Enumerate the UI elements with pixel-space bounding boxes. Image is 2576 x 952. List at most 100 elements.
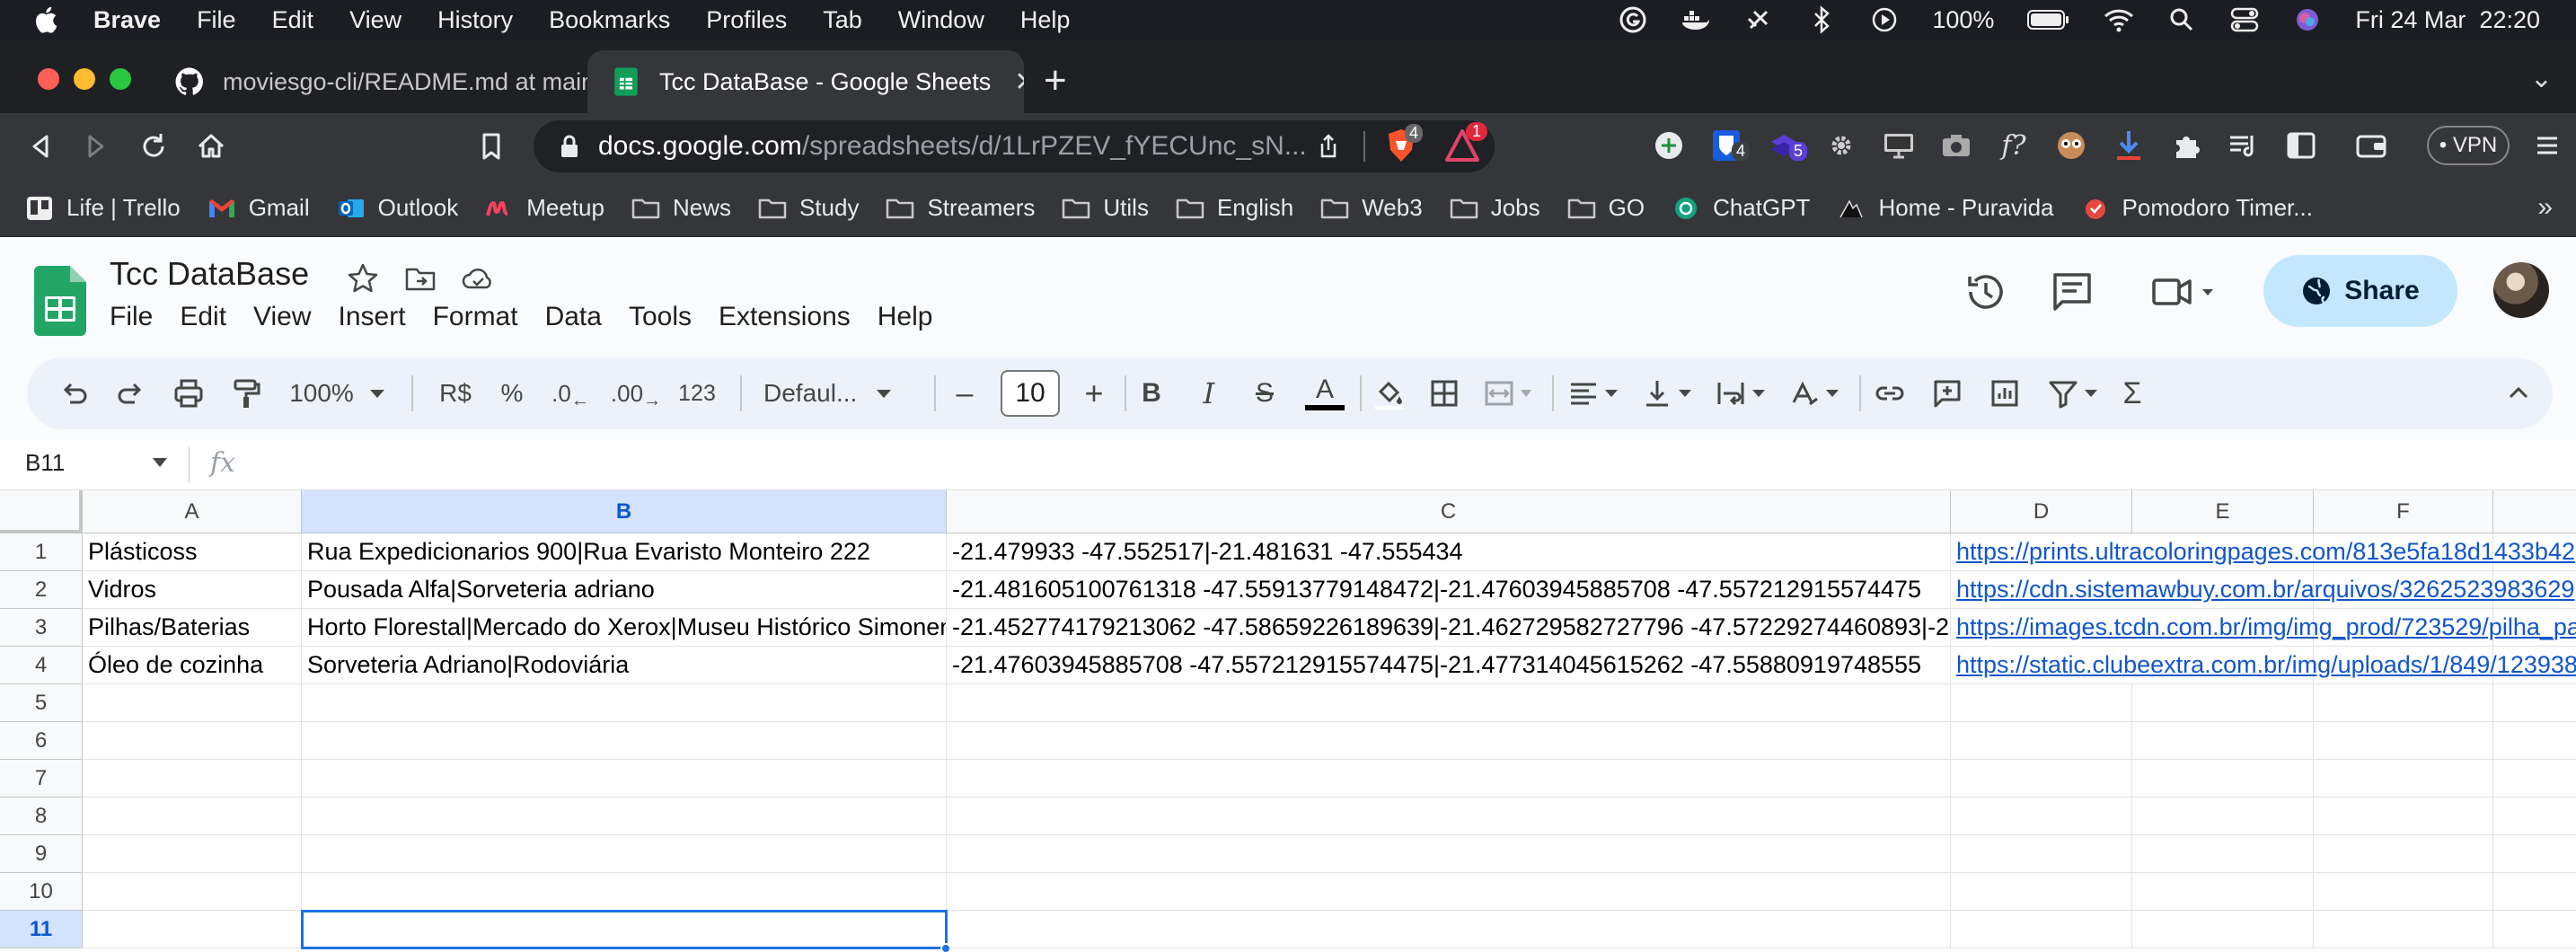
document-title[interactable]: Tcc DataBase (110, 255, 309, 293)
cell[interactable] (2314, 835, 2493, 873)
url-text[interactable]: docs.google.com/spreadsheets/d/1LrPZEV_f… (598, 131, 1317, 162)
cell[interactable] (1951, 798, 2132, 835)
row-header-9[interactable]: 9 (0, 835, 83, 873)
column-header-d[interactable]: D (1951, 490, 2132, 533)
column-header-f[interactable]: F (2314, 490, 2493, 533)
cell[interactable] (2314, 684, 2493, 722)
cell[interactable] (2493, 760, 2576, 798)
home-icon[interactable] (194, 129, 228, 163)
cell[interactable] (2132, 798, 2314, 835)
link-cell[interactable]: https://images.tcdn.com.br/img/img_prod/… (1951, 609, 2576, 647)
name-box[interactable]: B11 (25, 449, 65, 477)
cell[interactable] (83, 873, 302, 911)
menubar-app-name[interactable]: Brave (93, 6, 161, 34)
cell[interactable] (2493, 798, 2576, 835)
cell[interactable] (302, 722, 947, 760)
column-header-b[interactable]: B (302, 490, 947, 533)
menubar-tab[interactable]: Tab (823, 6, 862, 34)
more-formats-button[interactable]: 123 (670, 374, 724, 413)
docker-icon[interactable] (1681, 4, 1711, 35)
add-extension-icon[interactable] (1651, 128, 1687, 163)
window-minimize-button[interactable] (74, 68, 95, 90)
battery-icon[interactable] (2026, 4, 2071, 35)
bluetooth-icon[interactable] (1806, 4, 1837, 35)
owl-extension-icon[interactable] (2053, 128, 2089, 163)
name-box-caret-icon[interactable] (153, 458, 167, 467)
cell[interactable] (947, 873, 1951, 911)
italic-button[interactable]: I (1191, 374, 1227, 413)
satellite-icon[interactable] (1743, 4, 1774, 35)
bookmark-item[interactable]: Home - Puravida (1837, 194, 2054, 222)
link-cell[interactable]: https://cdn.sistemawbuy.com.br/arquivos/… (1951, 571, 2576, 609)
address-bar[interactable]: docs.google.com/spreadsheets/d/1LrPZEV_f… (534, 120, 1495, 172)
format-currency-button[interactable]: R$ (433, 374, 478, 413)
vertical-align-icon[interactable] (1635, 374, 1698, 413)
bookmark-icon[interactable] (474, 129, 508, 163)
menubar-datetime[interactable]: Fri 24 Mar 22:20 (2355, 6, 2540, 34)
playlist-icon[interactable] (2226, 128, 2262, 163)
grammarly-icon[interactable] (1618, 4, 1648, 35)
stacks-extension-icon[interactable]: 5 (1766, 128, 1808, 163)
cell[interactable] (83, 760, 302, 798)
bold-button[interactable]: B (1134, 374, 1169, 413)
fill-color-icon[interactable] (1369, 374, 1410, 413)
row-header-1[interactable]: 1 (0, 533, 83, 571)
cell[interactable] (1951, 722, 2132, 760)
cell[interactable] (2493, 684, 2576, 722)
paint-format-icon[interactable] (228, 374, 264, 413)
cell[interactable] (2132, 873, 2314, 911)
cell[interactable] (1951, 760, 2132, 798)
text-wrapping-icon[interactable] (1708, 374, 1771, 413)
insert-chart-icon[interactable] (1987, 374, 2023, 413)
vpn-button[interactable]: • VPN (2427, 126, 2510, 165)
cell[interactable] (302, 798, 947, 835)
menu-tools[interactable]: Tools (629, 302, 692, 332)
bookmark-item[interactable]: Web3 (1320, 194, 1423, 222)
bookmark-item[interactable]: Utils (1062, 194, 1149, 222)
cell[interactable]: Vidros (83, 571, 302, 609)
increase-decimal-button[interactable]: .00 → (609, 374, 663, 413)
cell[interactable]: Óleo de cozinha (83, 647, 302, 684)
spotlight-search-icon[interactable] (2166, 4, 2197, 35)
tab-tcc-database[interactable]: Tcc DataBase - Google Sheets ✕ (587, 50, 1024, 113)
column-header-a[interactable]: A (83, 490, 302, 533)
cell[interactable] (2314, 760, 2493, 798)
row-header-3[interactable]: 3 (0, 609, 83, 647)
formula-extension-icon[interactable]: f? (1996, 128, 2032, 163)
selected-cell-outline[interactable] (301, 910, 948, 949)
meet-video-icon[interactable] (2148, 268, 2220, 316)
column-header-overflow[interactable] (2493, 490, 2576, 533)
row-header-7[interactable]: 7 (0, 760, 83, 798)
reload-icon[interactable] (137, 129, 171, 163)
cell[interactable] (2132, 722, 2314, 760)
cloud-status-icon[interactable] (460, 260, 496, 296)
cell[interactable]: Horto Florestal|Mercado do Xerox|Museu H… (302, 609, 947, 647)
menubar-bookmarks[interactable]: Bookmarks (549, 6, 670, 34)
bookmark-item[interactable]: Pomodoro Timer... (2081, 194, 2313, 222)
row-header-6[interactable]: 6 (0, 722, 83, 760)
merge-cells-icon[interactable] (1480, 374, 1534, 413)
print-icon[interactable] (171, 374, 207, 413)
cell[interactable] (947, 760, 1951, 798)
text-rotation-icon[interactable] (1782, 374, 1845, 413)
insert-comment-icon[interactable] (1929, 374, 1965, 413)
siri-icon[interactable] (2292, 4, 2323, 35)
bookmark-item[interactable]: News (631, 194, 731, 222)
user-avatar[interactable] (2493, 262, 2549, 318)
menubar-view[interactable]: View (349, 6, 401, 34)
download-icon[interactable] (2111, 128, 2147, 163)
cell[interactable] (1951, 911, 2132, 948)
spreadsheet-grid[interactable]: A B C D E F 1 Plásticoss Rua Expedicionarios 900… (0, 490, 2576, 952)
cell[interactable] (2493, 911, 2576, 948)
bookmark-item[interactable]: Outlook (337, 194, 458, 222)
cell[interactable] (302, 835, 947, 873)
monitor-extension-icon[interactable] (1881, 128, 1917, 163)
forward-icon[interactable] (79, 129, 113, 163)
cell[interactable] (2314, 722, 2493, 760)
menubar-window[interactable]: Window (898, 6, 984, 34)
link-cell[interactable]: https://static.clubeextra.com.br/img/upl… (1951, 647, 2576, 684)
menu-edit[interactable]: Edit (180, 302, 226, 332)
row-header-8[interactable]: 8 (0, 798, 83, 835)
cell[interactable] (2493, 722, 2576, 760)
font-size-input[interactable]: 10 (1001, 370, 1060, 417)
